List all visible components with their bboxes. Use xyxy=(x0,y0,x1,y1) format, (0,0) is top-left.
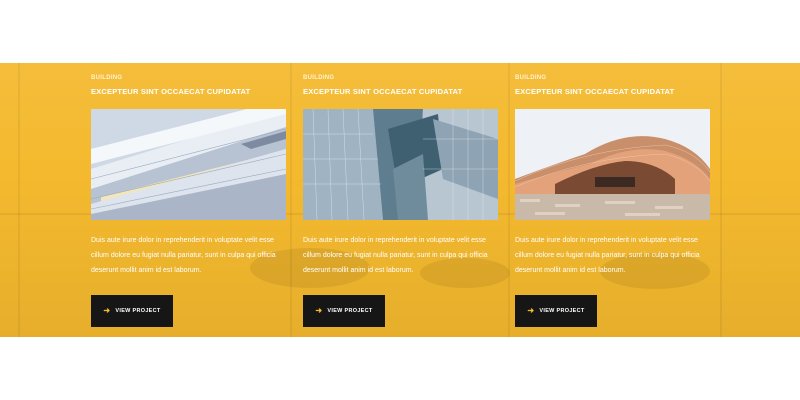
view-project-button[interactable]: ➜ VIEW PROJECT xyxy=(303,295,385,327)
project-description: Duis aute irure dolor in reprehenderit i… xyxy=(303,237,488,274)
background-window-frame xyxy=(720,63,722,337)
view-project-button[interactable]: ➜ VIEW PROJECT xyxy=(515,295,597,327)
projects-section: BUILDING EXCEPTEUR SINT OCCAECAT CUPIDAT… xyxy=(0,63,800,337)
glass-building-image[interactable] xyxy=(303,109,498,220)
view-project-label: VIEW PROJECT xyxy=(115,308,161,314)
project-card: BUILDING EXCEPTEUR SINT OCCAECAT CUPIDAT… xyxy=(515,63,715,337)
project-title[interactable]: EXCEPTEUR SINT OCCAECAT CUPIDATAT xyxy=(515,87,674,96)
arrow-right-icon: ➜ xyxy=(315,306,323,315)
project-category: BUILDING xyxy=(303,75,335,81)
view-project-button[interactable]: ➜ VIEW PROJECT xyxy=(91,295,173,327)
project-title[interactable]: EXCEPTEUR SINT OCCAECAT CUPIDATAT xyxy=(91,87,250,96)
project-category: BUILDING xyxy=(515,75,547,81)
building-facade-image[interactable] xyxy=(91,109,286,220)
background-window-frame xyxy=(508,63,510,337)
project-card: BUILDING EXCEPTEUR SINT OCCAECAT CUPIDAT… xyxy=(303,63,503,337)
view-project-label: VIEW PROJECT xyxy=(327,308,373,314)
project-title[interactable]: EXCEPTEUR SINT OCCAECAT CUPIDATAT xyxy=(303,87,462,96)
view-project-label: VIEW PROJECT xyxy=(539,308,585,314)
curved-roof-building-image[interactable] xyxy=(515,109,710,220)
arrow-right-icon: ➜ xyxy=(103,306,111,315)
project-card: BUILDING EXCEPTEUR SINT OCCAECAT CUPIDAT… xyxy=(91,63,291,337)
project-category: BUILDING xyxy=(91,75,123,81)
background-window-frame xyxy=(18,63,20,337)
arrow-right-icon: ➜ xyxy=(527,306,535,315)
project-description: Duis aute irure dolor in reprehenderit i… xyxy=(515,237,700,274)
project-description: Duis aute irure dolor in reprehenderit i… xyxy=(91,237,276,274)
